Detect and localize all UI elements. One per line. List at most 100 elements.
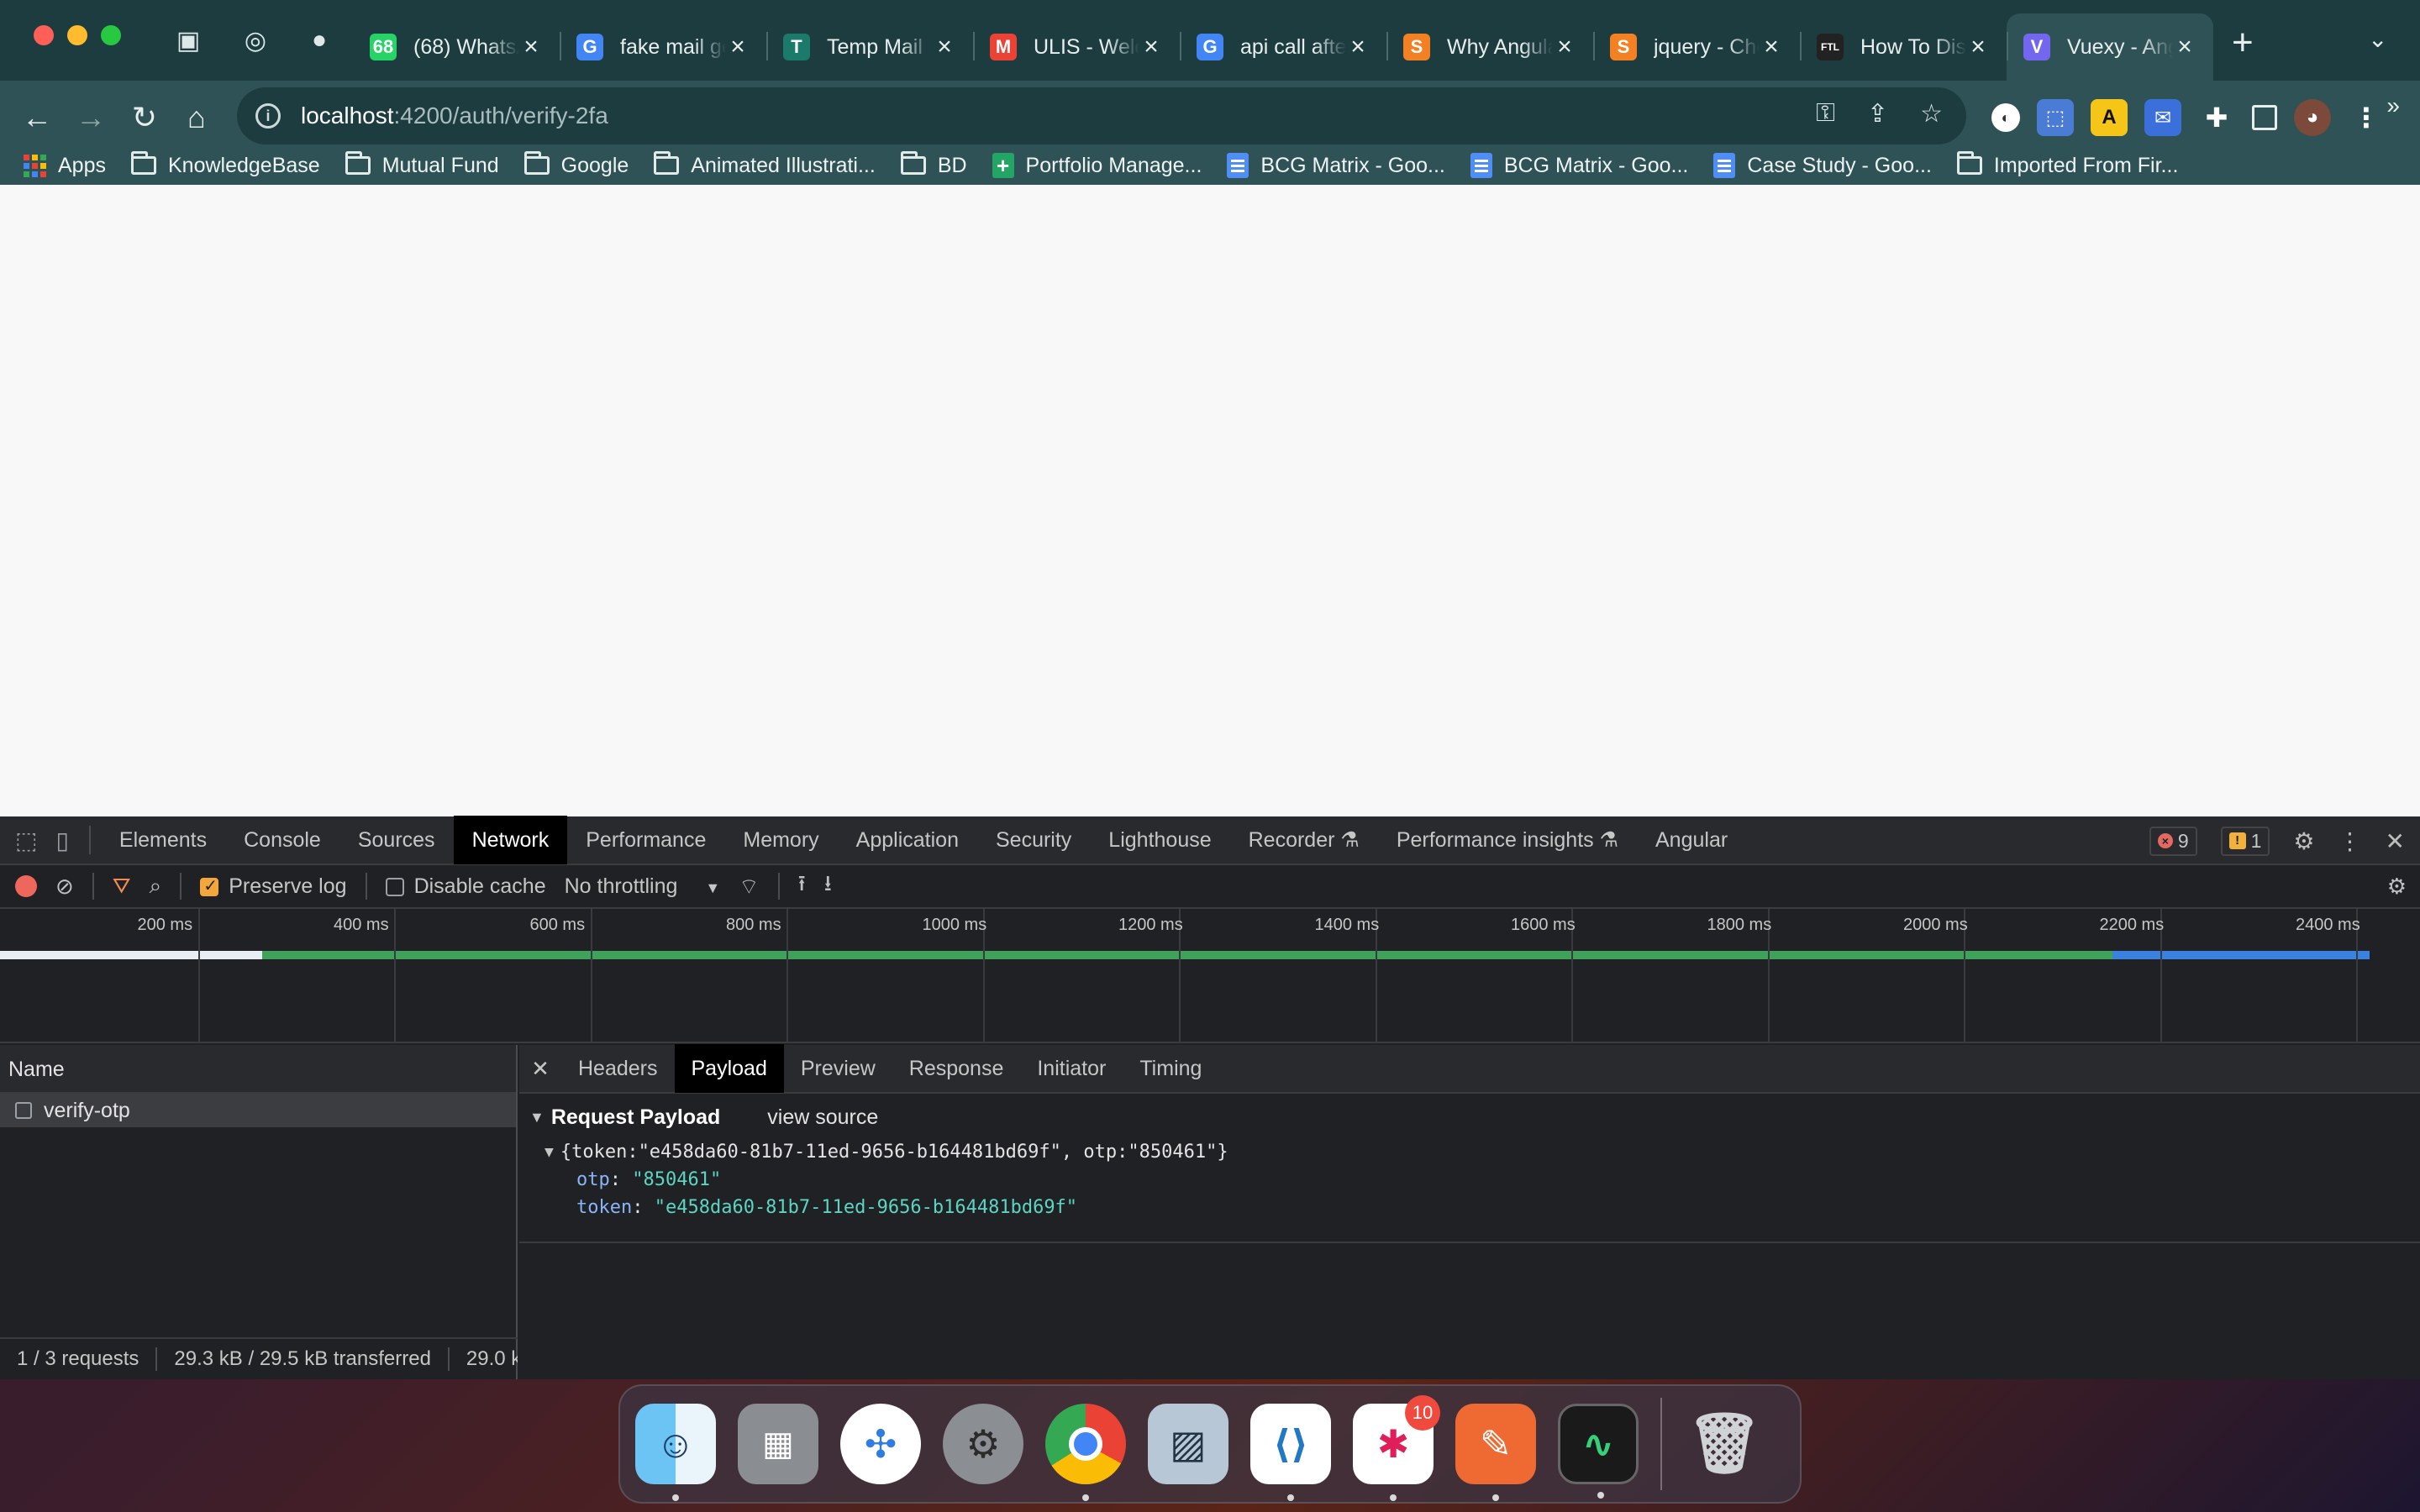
launchpad-icon[interactable]: ▦ — [738, 1404, 818, 1484]
close-devtools-icon[interactable]: ✕ — [2386, 827, 2405, 855]
detail-tab[interactable]: Response — [892, 1044, 1021, 1093]
bookmark-item[interactable]: BCG Matrix - Goo... — [1470, 153, 1688, 178]
close-detail-icon[interactable]: ✕ — [519, 1056, 561, 1082]
pinned-tab-radar-icon[interactable]: ◎ — [239, 24, 272, 57]
forward-button[interactable]: → — [69, 96, 113, 139]
close-tab-icon[interactable]: × — [726, 33, 750, 61]
disable-cache-checkbox[interactable]: Disable cache — [385, 874, 546, 899]
network-timeline-overview[interactable]: 200 ms 400 ms 600 ms 800 ms 1000 ms 1200 ms 14… — [0, 909, 2420, 1043]
more-bookmarks-icon[interactable]: » — [2386, 92, 2400, 119]
detail-tab[interactable]: Headers — [561, 1044, 675, 1093]
devtools-tab[interactable]: Application — [838, 816, 977, 864]
network-settings-gear-icon[interactable]: ⚙ — [2387, 874, 2407, 900]
bookmark-item[interactable]: + Portfolio Manage... — [992, 153, 1202, 178]
devtools-tab[interactable]: Network — [453, 816, 568, 864]
postman-icon[interactable]: ✎ — [1455, 1404, 1536, 1501]
chrome-icon[interactable] — [1045, 1404, 1126, 1501]
devtools-tab[interactable]: Sources — [339, 816, 454, 864]
record-button[interactable] — [15, 875, 37, 897]
export-har-icon[interactable]: ⭳ — [824, 868, 832, 905]
pinned-tab-github-icon[interactable]: ● — [302, 24, 336, 57]
clear-icon[interactable]: ⊘ — [55, 874, 74, 900]
zoom-window-button[interactable] — [101, 25, 121, 45]
browser-tab[interactable]: Sjquery - Check× — [1593, 13, 1800, 81]
share-icon[interactable]: ⇪ — [1867, 99, 1888, 129]
bookmark-item[interactable]: Mutual Fund — [345, 151, 499, 178]
inspect-element-icon[interactable]: ⬚ — [15, 827, 37, 854]
browser-tab[interactable]: M ULIS - Welcome× — [973, 13, 1180, 81]
detail-tab[interactable]: Payload — [674, 1044, 784, 1093]
name-column-header[interactable]: Name — [0, 1045, 516, 1094]
payload-summary[interactable]: ▼ {token: "e458da60-81b7-11ed-9656-b1644… — [544, 1142, 2420, 1163]
browser-tab[interactable]: T Temp Mail × — [766, 13, 973, 81]
browser-tab[interactable]: FTL How To Disable× — [1800, 13, 2007, 81]
minimize-window-button[interactable] — [67, 25, 87, 45]
close-tab-icon[interactable]: × — [1346, 33, 1370, 61]
browser-tab[interactable]: S Why Angular× — [1386, 13, 1593, 81]
devtools-tab[interactable]: Memory — [724, 816, 837, 864]
devtools-tab[interactable]: Security — [977, 816, 1090, 864]
devtools-tab[interactable]: Console — [225, 816, 339, 864]
page-viewport[interactable] — [0, 185, 2420, 816]
pinned-tab-todoist-icon[interactable]: ▣ — [171, 24, 205, 57]
extension-1-icon[interactable]: ◐ — [1991, 103, 2020, 132]
import-har-icon[interactable]: ⭱ — [798, 868, 806, 905]
devtools-tab[interactable]: Performance insights ⚗ — [1378, 816, 1637, 864]
close-tab-icon[interactable]: × — [1966, 33, 1990, 61]
bookmark-item[interactable]: KnowledgeBase — [130, 151, 320, 178]
vscode-icon[interactable]: ⟨⟩ — [1250, 1404, 1331, 1501]
close-tab-icon[interactable]: × — [1553, 33, 1576, 61]
bookmark-item[interactable]: BD — [900, 151, 967, 178]
bookmark-item[interactable]: Imported From Fir... — [1956, 151, 2178, 178]
bookmark-item[interactable]: Apps — [24, 154, 106, 178]
bookmark-item[interactable]: BCG Matrix - Goo... — [1227, 153, 1445, 178]
bookmark-item[interactable]: Animated Illustrati... — [654, 151, 876, 178]
devtools-tab[interactable]: Angular — [1637, 816, 1746, 864]
preview-icon[interactable]: ▨ — [1148, 1404, 1228, 1484]
reload-button[interactable]: ↻ — [123, 96, 166, 139]
browser-tab[interactable]: Gapi call after × — [1180, 13, 1386, 81]
detail-tab[interactable]: Timing — [1123, 1044, 1218, 1093]
system-settings-icon[interactable]: ⚙ — [943, 1404, 1023, 1484]
bookmark-star-icon[interactable]: ☆ — [1920, 99, 1943, 129]
payload-title[interactable]: Request Payload — [551, 1105, 720, 1130]
bookmark-item[interactable]: Case Study - Goo... — [1713, 153, 1932, 178]
key-icon[interactable]: ⚿ — [1816, 99, 1835, 129]
filter-icon[interactable]: ⛛ — [113, 873, 131, 900]
browser-tab[interactable]: Gfake mail generator× — [560, 13, 766, 81]
settings-gear-icon[interactable]: ⚙ — [2293, 827, 2314, 855]
tab-search-chevron-icon[interactable]: ⌄ — [2368, 25, 2387, 53]
payload-token-row[interactable]: token: "e458da60-81b7-11ed-9656-b164481b… — [576, 1197, 2420, 1218]
browser-tab[interactable]: 68 (68) WhatsApp× — [353, 13, 560, 81]
extension-4-icon[interactable]: ✉ — [2144, 99, 2181, 136]
finder-icon[interactable]: ☺ — [635, 1404, 716, 1501]
safari-icon[interactable]: ✣ — [840, 1404, 921, 1484]
throttling-select[interactable]: No throttling ▼ — [565, 874, 721, 899]
activity-monitor-icon[interactable]: ∿ — [1558, 1404, 1639, 1499]
devtools-tab[interactable]: Elements — [101, 816, 225, 864]
side-panel-icon[interactable] — [2252, 105, 2277, 130]
back-button[interactable]: ← — [15, 96, 59, 139]
network-conditions-icon[interactable]: ⌔ — [739, 873, 759, 900]
devtools-tab[interactable]: Recorder ⚗ — [1230, 816, 1378, 864]
trash-icon[interactable]: 🗑 — [1684, 1404, 1765, 1484]
profile-avatar[interactable]: ◕ — [2294, 99, 2331, 136]
payload-otp-row[interactable]: otp: "850461" — [576, 1169, 2420, 1190]
extension-3-icon[interactable]: A — [2091, 99, 2128, 136]
close-window-button[interactable] — [34, 25, 54, 45]
view-source-link[interactable]: view source — [767, 1105, 878, 1130]
devtools-menu-icon[interactable]: ⋮ — [2338, 827, 2362, 855]
request-row[interactable]: verify-otp — [0, 1094, 516, 1127]
preserve-log-checkbox[interactable]: Preserve log — [200, 874, 347, 899]
slack-icon[interactable]: ✱ 10 — [1353, 1395, 1440, 1501]
detail-tab[interactable]: Preview — [784, 1044, 892, 1093]
address-bar[interactable]: i localhost:4200/auth/verify-2fa ⚿ ⇪ ☆ — [237, 87, 1966, 144]
close-tab-icon[interactable]: × — [1139, 33, 1163, 61]
browser-tab[interactable]: V Vuexy - Angular× — [2007, 13, 2213, 81]
close-tab-icon[interactable]: × — [519, 33, 543, 61]
warning-count-badge[interactable]: ! 1 — [2220, 826, 2270, 856]
close-tab-icon[interactable]: × — [933, 33, 956, 61]
detail-tab[interactable]: Initiator — [1020, 1044, 1123, 1093]
extension-2-icon[interactable]: ⬚ — [2037, 99, 2074, 136]
new-tab-button[interactable]: + — [2232, 22, 2254, 64]
